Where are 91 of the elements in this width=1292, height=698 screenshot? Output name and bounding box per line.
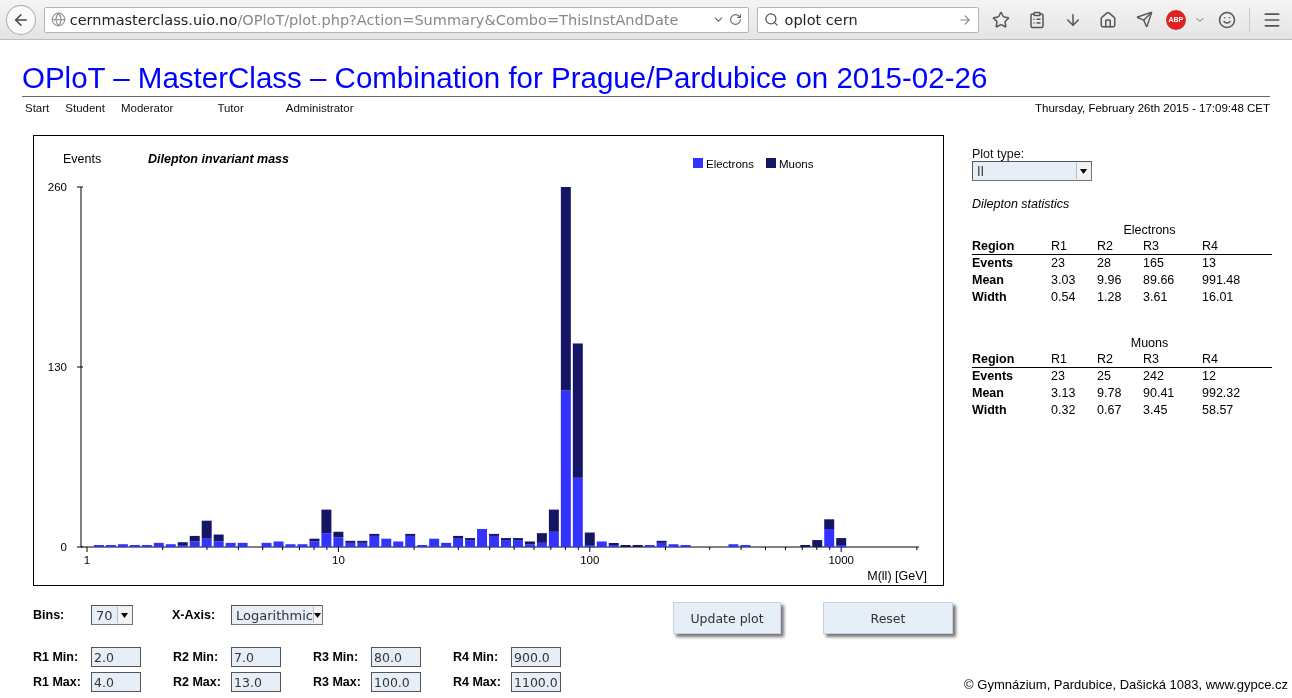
table-caption: Electrons: [1122, 223, 1177, 238]
table-cell: 1.28: [1097, 289, 1143, 306]
row-header: Events: [972, 367, 1051, 385]
update-plot-button[interactable]: Update plot: [673, 602, 781, 634]
column-header: R4: [1202, 351, 1272, 368]
table-cell: 3.13: [1051, 385, 1097, 402]
stats-title: Dilepton statistics: [972, 197, 1071, 211]
row-header: Mean: [972, 272, 1051, 289]
column-header: R3: [1143, 351, 1202, 368]
column-header: R2: [1097, 238, 1143, 255]
x-tick-label: 1000: [828, 554, 854, 566]
row-header: Events: [972, 254, 1051, 272]
y-tick-label: 0: [60, 541, 67, 553]
nav-link[interactable]: Tutor: [217, 102, 244, 114]
region-min-label: R1 Min:: [33, 650, 80, 664]
column-header: R2: [1097, 351, 1143, 368]
table-cell: 3.45: [1143, 402, 1202, 419]
y-axis-label: Events: [63, 152, 102, 166]
table-cell: 89.66: [1143, 272, 1202, 289]
table-cell-text: 16.01: [1202, 289, 1235, 306]
table-cell: 90.41: [1143, 385, 1202, 402]
timestamp: Thursday, February 26th 2015 - 17:09:48 CET: [1034, 102, 1270, 114]
page-title: OPloT – MasterClass – Combination for Prague/Pardubice on 2015-02-26: [22, 60, 989, 96]
plot-type-select[interactable]: ll: [972, 161, 1092, 181]
column-header: Region: [972, 238, 1051, 255]
row-header: Width: [972, 289, 1051, 306]
nav-link[interactable]: Administrator: [285, 102, 354, 114]
bins-label: Bins:: [33, 608, 66, 622]
table-cell: 9.78: [1097, 385, 1143, 402]
region-min-field[interactable]: 900.0: [511, 647, 561, 667]
column-header: R4: [1202, 238, 1272, 255]
x-tick-label: 1: [83, 554, 91, 566]
region-min-field[interactable]: 7.0: [231, 647, 281, 667]
table-cell: 23: [1051, 367, 1097, 385]
url-text: cernmasterclass.uio.no/OPloT/plot.php?Action=Summary&Combo=ThisInstAndDate: [69, 11, 680, 28]
table-caption: Muons: [1129, 336, 1170, 351]
region-min-label: R3 Min:: [313, 650, 360, 664]
nav-link[interactable]: Moderator: [120, 102, 174, 114]
y-tick-label: 130: [47, 361, 67, 373]
column-header: R1: [1051, 351, 1097, 368]
region-max-label: R4 Max:: [453, 675, 502, 689]
table-cell: 25: [1097, 367, 1143, 385]
table-cell: 23: [1051, 254, 1097, 272]
search-field[interactable]: oplot cern: [756, 6, 980, 33]
table-cell-text: 58.57: [1202, 402, 1235, 419]
region-max-field[interactable]: 4.0: [91, 672, 141, 692]
y-tick-label: 260: [47, 181, 67, 193]
table-cell: 3.61: [1143, 289, 1202, 306]
legend-label: Muons: [779, 157, 814, 170]
table-cell: 28: [1097, 254, 1143, 272]
footer-text: © Gymnázium, Pardubice, Dašická 1083, www.gypce.cz: [964, 677, 1288, 692]
region-max-label: R1 Max:: [33, 675, 82, 689]
table-cell: 242: [1143, 367, 1202, 385]
column-header: R1: [1051, 238, 1097, 255]
table-cell: 12: [1202, 367, 1272, 385]
x-axis-label: X-Axis:: [172, 608, 217, 622]
region-min-label: R4 Min:: [453, 650, 500, 664]
reset-button[interactable]: Reset: [823, 602, 953, 634]
table-cell: 165: [1143, 254, 1202, 272]
table-cell: 3.03: [1051, 272, 1097, 289]
column-header: Region: [972, 351, 1051, 368]
column-header: R3: [1143, 238, 1202, 255]
region-max-label: R2 Max:: [173, 675, 222, 689]
nav-link[interactable]: Start: [25, 102, 50, 114]
table-cell: 0.67: [1097, 402, 1143, 419]
region-max-label: R3 Max:: [313, 675, 362, 689]
x-tick-label: 100: [580, 554, 600, 566]
search-text: oplot cern: [784, 11, 859, 28]
row-header: Width: [972, 402, 1051, 419]
table-cell: 13: [1202, 254, 1272, 272]
legend-label: Electrons: [706, 157, 754, 170]
region-min-field[interactable]: 2.0: [91, 647, 141, 667]
nav-link[interactable]: Student: [65, 102, 105, 114]
table-cell: 9.96: [1097, 272, 1143, 289]
region-max-field[interactable]: 100.0: [371, 672, 421, 692]
row-header: Mean: [972, 385, 1051, 402]
table-cell-text: 991.48: [1202, 272, 1242, 289]
plot-type-label: Plot type:: [972, 147, 1026, 161]
table-cell: 0.32: [1051, 402, 1097, 419]
region-min-field[interactable]: 80.0: [371, 647, 421, 667]
table-cell-text: 992.32: [1202, 385, 1242, 402]
table-cell: 0.54: [1051, 289, 1097, 306]
chart-title: Dilepton invariant mass: [148, 152, 289, 166]
x-tick-label: 10: [332, 554, 345, 566]
address-bar[interactable]: cernmasterclass.uio.no/OPloT/plot.php?Action=Summary&Combo=ThisInstAndDate: [43, 6, 749, 33]
region-max-field[interactable]: 1100.0: [511, 672, 561, 692]
region-min-label: R2 Min:: [173, 650, 220, 664]
x-axis-select[interactable]: Logarithmic: [231, 605, 323, 625]
region-max-field[interactable]: 13.0: [231, 672, 281, 692]
x-axis-label: M(ll) [GeV]: [867, 569, 927, 583]
bins-select[interactable]: 70: [91, 605, 133, 625]
